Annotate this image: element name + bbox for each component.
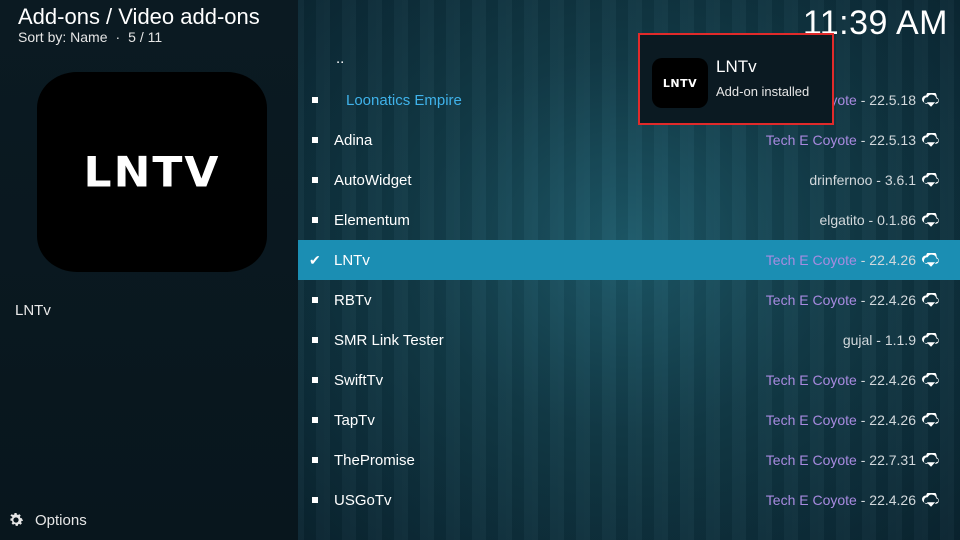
list-item-meta: Tech E Coyote - 22.7.31 xyxy=(766,452,916,468)
bullet-icon xyxy=(312,377,318,383)
list-item-name: Elementum xyxy=(334,211,410,229)
bullet-icon xyxy=(312,417,318,423)
list-item-version: - 3.6.1 xyxy=(876,172,916,188)
bullet-icon xyxy=(312,297,318,303)
cloud-download-icon xyxy=(922,293,939,307)
list-item-version: - 22.5.18 xyxy=(860,92,916,108)
bullet-icon xyxy=(312,177,318,183)
list-item[interactable]: Elementum elgatito - 0.1.86 xyxy=(298,200,960,240)
list-item-author: Tech E Coyote xyxy=(765,132,857,148)
list-item-meta: Tech E Coyote - 22.4.26 xyxy=(766,292,916,308)
sort-info[interactable]: Sort by: Name · 5 / 11 xyxy=(18,29,162,45)
list-item-author: Tech E Coyote xyxy=(765,492,857,508)
list-item-version: - 1.1.9 xyxy=(876,332,916,348)
list-item-author: Tech E Coyote xyxy=(765,292,857,308)
bullet-icon xyxy=(312,497,318,503)
bullet-icon xyxy=(312,137,318,143)
list-item-author: Tech E Coyote xyxy=(765,252,857,268)
cloud-download-icon xyxy=(922,253,939,267)
notification-toast: LNTV LNTv Add-on installed xyxy=(638,33,834,125)
list-item-version: - 22.4.26 xyxy=(860,252,916,268)
addon-logo-text: LNTV xyxy=(83,147,221,197)
cloud-download-icon xyxy=(922,493,939,507)
list-item-meta: Tech E Coyote - 22.4.26 xyxy=(766,252,916,268)
list-item-name: LNTv xyxy=(334,251,370,269)
list-item[interactable]: ✔ LNTv Tech E Coyote - 22.4.26 xyxy=(298,240,960,280)
list-item-name: Adina xyxy=(334,131,373,149)
left-panel: Add-ons / Video add-ons Sort by: Name · 5 … xyxy=(0,0,298,540)
list-item[interactable]: Loonatics EmpireTech E Coyote - 22.5.18 xyxy=(298,80,960,120)
list-item-author: Tech E Coyote xyxy=(765,372,857,388)
list-item-name: TapTv xyxy=(334,411,375,429)
list-item[interactable]: RBTv Tech E Coyote - 22.4.26 xyxy=(298,280,960,320)
cloud-download-icon xyxy=(922,333,939,347)
list-item-name: USGoTv xyxy=(334,491,392,509)
list-item-author: elgatito xyxy=(819,212,865,228)
list-item-meta: Tech E Coyote - 22.4.26 xyxy=(766,492,916,508)
toast-icon-text: LNTV xyxy=(662,76,698,90)
page-title: Add-ons / Video add-ons xyxy=(18,4,260,29)
gear-icon xyxy=(10,513,24,526)
bullet-icon xyxy=(312,217,318,223)
cloud-download-icon xyxy=(922,133,939,147)
list-item-author: drinfernoo xyxy=(809,172,873,188)
cloud-download-icon xyxy=(922,413,939,427)
sort-label: Sort by: Name xyxy=(18,29,108,45)
list-item[interactable]: ThePromise Tech E Coyote - 22.7.31 xyxy=(298,440,960,480)
list-item[interactable]: USGoTv Tech E Coyote - 22.4.26 xyxy=(298,480,960,520)
toast-title: LNTv xyxy=(716,57,757,76)
list-item-meta: elgatito - 0.1.86 xyxy=(819,212,916,228)
cloud-download-icon xyxy=(922,93,939,107)
parent-folder-item[interactable]: .. xyxy=(336,50,344,67)
list-item-author: Tech E Coyote xyxy=(765,452,857,468)
cloud-download-icon xyxy=(922,173,939,187)
list-item-name: AutoWidget xyxy=(334,171,412,189)
cloud-download-icon xyxy=(922,373,939,387)
list-item-meta: drinfernoo - 3.6.1 xyxy=(809,172,916,188)
list-item-meta: gujal - 1.1.9 xyxy=(843,332,916,348)
toast-addon-icon: LNTV xyxy=(652,58,708,108)
list-item[interactable]: AutoWidget drinfernoo - 3.6.1 xyxy=(298,160,960,200)
list-item-version: - 22.7.31 xyxy=(860,452,916,468)
list-item-meta: Tech E Coyote - 22.4.26 xyxy=(766,412,916,428)
cloud-download-icon xyxy=(922,213,939,227)
list-item-version: - 22.4.26 xyxy=(860,372,916,388)
list-item-meta: Tech E Coyote - 22.4.26 xyxy=(766,372,916,388)
list-item-meta: Tech E Coyote - 22.5.13 xyxy=(766,132,916,148)
list-item-version: - 22.4.26 xyxy=(860,492,916,508)
list-item[interactable]: TapTv Tech E Coyote - 22.4.26 xyxy=(298,400,960,440)
list-item-version: - 0.1.86 xyxy=(868,212,916,228)
list-item-version: - 22.4.26 xyxy=(860,412,916,428)
selected-addon-name: LNTv xyxy=(15,302,51,319)
options-label: Options xyxy=(35,511,87,529)
list-item-version: - 22.5.13 xyxy=(860,132,916,148)
list-item[interactable]: SMR Link Tester gujal - 1.1.9 xyxy=(298,320,960,360)
list-item[interactable]: SwiftTv Tech E Coyote - 22.4.26 xyxy=(298,360,960,400)
list-item-name: SwiftTv xyxy=(334,371,384,389)
options-button[interactable]: Options xyxy=(7,511,87,529)
toast-message: Add-on installed xyxy=(716,84,810,99)
list-item-name: ThePromise xyxy=(334,451,415,469)
bullet-icon xyxy=(312,337,318,343)
bullet-icon xyxy=(312,97,318,103)
list-item-name: RBTv xyxy=(334,291,372,309)
separator-dot: · xyxy=(115,29,121,45)
bullet-icon xyxy=(312,457,318,463)
addon-logo: LNTV xyxy=(37,72,267,272)
cloud-download-icon xyxy=(922,453,939,467)
list-item-author: gujal xyxy=(842,332,873,348)
list-item-author: Tech E Coyote xyxy=(765,412,857,428)
list-item-name: SMR Link Tester xyxy=(334,331,444,349)
list-item[interactable]: Adina Tech E Coyote - 22.5.13 xyxy=(298,120,960,160)
position-counter: 5 / 11 xyxy=(128,29,163,45)
list-item-version: - 22.4.26 xyxy=(860,292,916,308)
checkmark-icon: ✔ xyxy=(309,251,321,268)
